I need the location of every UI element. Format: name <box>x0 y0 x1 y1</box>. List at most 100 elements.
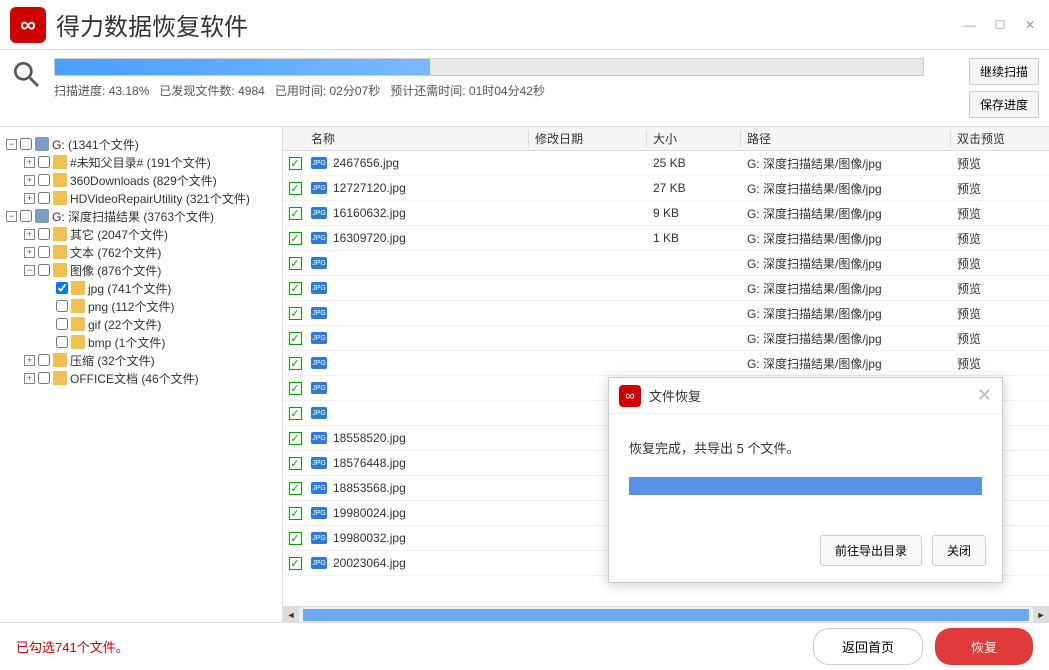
file-preview-link[interactable]: 预览 <box>951 180 1049 197</box>
dialog-close-icon[interactable]: ✕ <box>977 385 992 406</box>
row-checkbox[interactable]: ✓ <box>289 382 302 395</box>
file-row[interactable]: ✓JPGG: 深度扫描结果/图像/jpg预览 <box>283 276 1049 301</box>
goto-export-button[interactable]: 前往导出目录 <box>820 535 922 566</box>
row-checkbox[interactable]: ✓ <box>289 182 302 195</box>
tree-checkbox[interactable] <box>38 174 50 186</box>
tree-checkbox[interactable] <box>56 318 68 330</box>
expand-icon[interactable]: + <box>24 247 35 258</box>
file-preview-link[interactable]: 预览 <box>951 155 1049 172</box>
row-checkbox[interactable]: ✓ <box>289 532 302 545</box>
column-preview[interactable]: 双击预览 <box>951 130 1049 147</box>
row-checkbox[interactable]: ✓ <box>289 557 302 570</box>
expand-icon[interactable]: + <box>24 175 35 186</box>
collapse-icon[interactable]: − <box>6 139 17 150</box>
scrollbar-thumb[interactable] <box>303 609 1029 621</box>
tree-node-png[interactable]: png (112个文件) <box>6 297 276 315</box>
row-checkbox[interactable]: ✓ <box>289 432 302 445</box>
row-checkbox[interactable]: ✓ <box>289 282 302 295</box>
tree-node-image[interactable]: − 图像 (876个文件) <box>6 261 276 279</box>
tree-checkbox[interactable] <box>38 264 50 276</box>
expand-icon[interactable]: + <box>24 355 35 366</box>
file-name: 18558520.jpg <box>333 431 406 445</box>
file-size: 25 KB <box>647 156 741 170</box>
column-size[interactable]: 大小 <box>647 130 741 147</box>
row-checkbox[interactable]: ✓ <box>289 457 302 470</box>
file-preview-link[interactable]: 预览 <box>951 330 1049 347</box>
expand-icon[interactable]: + <box>24 229 35 240</box>
tree-checkbox[interactable] <box>20 210 32 222</box>
collapse-icon[interactable]: − <box>24 265 35 276</box>
row-checkbox[interactable]: ✓ <box>289 307 302 320</box>
tree-node-deep-scan[interactable]: − G: 深度扫描结果 (3763个文件) <box>6 207 276 225</box>
row-checkbox[interactable]: ✓ <box>289 232 302 245</box>
file-row[interactable]: ✓JPGG: 深度扫描结果/图像/jpg预览 <box>283 251 1049 276</box>
file-row[interactable]: ✓JPG16160632.jpg9 KBG: 深度扫描结果/图像/jpg预览 <box>283 201 1049 226</box>
expand-icon[interactable]: + <box>24 193 35 204</box>
tree-node-gif[interactable]: gif (22个文件) <box>6 315 276 333</box>
app-logo-icon: ∞ <box>10 7 46 43</box>
file-row[interactable]: ✓JPGG: 深度扫描结果/图像/jpg预览 <box>283 301 1049 326</box>
tree-node-jpg[interactable]: jpg (741个文件) <box>6 279 276 297</box>
file-preview-link[interactable]: 预览 <box>951 355 1049 372</box>
tree-node-office[interactable]: + OFFICE文档 (46个文件) <box>6 369 276 387</box>
file-path: G: 深度扫描结果/图像/jpg <box>741 280 951 297</box>
row-checkbox[interactable]: ✓ <box>289 257 302 270</box>
row-checkbox[interactable]: ✓ <box>289 157 302 170</box>
row-checkbox[interactable]: ✓ <box>289 357 302 370</box>
tree-checkbox[interactable] <box>38 156 50 168</box>
tree-checkbox[interactable] <box>38 228 50 240</box>
horizontal-scrollbar[interactable]: ◄ ► <box>283 606 1049 622</box>
save-progress-button[interactable]: 保存进度 <box>969 91 1039 118</box>
tree-checkbox[interactable] <box>20 138 32 150</box>
tree-node-bmp[interactable]: bmp (1个文件) <box>6 333 276 351</box>
tree-node-text[interactable]: + 文本 (762个文件) <box>6 243 276 261</box>
file-preview-link[interactable]: 预览 <box>951 255 1049 272</box>
file-preview-link[interactable]: 预览 <box>951 230 1049 247</box>
column-name[interactable]: 名称 <box>307 130 529 147</box>
recover-button[interactable]: 恢复 <box>935 628 1033 665</box>
file-row[interactable]: ✓JPG2467656.jpg25 KBG: 深度扫描结果/图像/jpg预览 <box>283 151 1049 176</box>
row-checkbox[interactable]: ✓ <box>289 407 302 420</box>
file-row[interactable]: ✓JPGG: 深度扫描结果/图像/jpg预览 <box>283 326 1049 351</box>
row-checkbox[interactable]: ✓ <box>289 482 302 495</box>
tree-checkbox[interactable] <box>56 282 68 294</box>
back-home-button[interactable]: 返回首页 <box>813 628 923 665</box>
tree-node-downloads[interactable]: + 360Downloads (829个文件) <box>6 171 276 189</box>
tree-checkbox[interactable] <box>38 372 50 384</box>
file-path: G: 深度扫描结果/图像/jpg <box>741 230 951 247</box>
row-checkbox[interactable]: ✓ <box>289 207 302 220</box>
scroll-left-icon[interactable]: ◄ <box>283 607 299 623</box>
continue-scan-button[interactable]: 继续扫描 <box>969 58 1039 85</box>
tree-node-g-drive[interactable]: − G: (1341个文件) <box>6 135 276 153</box>
app-title: 得力数据恢复软件 <box>56 7 248 42</box>
tree-node-compress[interactable]: + 压缩 (32个文件) <box>6 351 276 369</box>
row-checkbox[interactable]: ✓ <box>289 332 302 345</box>
dialog-close-button[interactable]: 关闭 <box>932 535 986 566</box>
tree-node-unknown[interactable]: + #未知父目录# (191个文件) <box>6 153 276 171</box>
tree-checkbox[interactable] <box>56 336 68 348</box>
scroll-right-icon[interactable]: ► <box>1033 607 1049 623</box>
file-path: G: 深度扫描结果/图像/jpg <box>741 330 951 347</box>
column-path[interactable]: 路径 <box>741 130 951 147</box>
row-checkbox[interactable]: ✓ <box>289 507 302 520</box>
minimize-button[interactable]: — <box>961 16 979 34</box>
column-date[interactable]: 修改日期 <box>529 130 647 147</box>
file-preview-link[interactable]: 预览 <box>951 305 1049 322</box>
close-button[interactable]: ✕ <box>1021 16 1039 34</box>
tree-checkbox[interactable] <box>38 354 50 366</box>
file-row[interactable]: ✓JPGG: 深度扫描结果/图像/jpg预览 <box>283 351 1049 376</box>
tree-checkbox[interactable] <box>38 192 50 204</box>
file-row[interactable]: ✓JPG12727120.jpg27 KBG: 深度扫描结果/图像/jpg预览 <box>283 176 1049 201</box>
expand-icon[interactable]: + <box>24 157 35 168</box>
tree-node-hdvideo[interactable]: + HDVideoRepairUtility (321个文件) <box>6 189 276 207</box>
file-preview-link[interactable]: 预览 <box>951 205 1049 222</box>
maximize-button[interactable]: ☐ <box>991 16 1009 34</box>
file-row[interactable]: ✓JPG16309720.jpg1 KBG: 深度扫描结果/图像/jpg预览 <box>283 226 1049 251</box>
tree-checkbox[interactable] <box>56 300 68 312</box>
tree-node-other[interactable]: + 其它 (2047个文件) <box>6 225 276 243</box>
tree-panel[interactable]: − G: (1341个文件) + #未知父目录# (191个文件) + 360D… <box>0 127 283 622</box>
file-preview-link[interactable]: 预览 <box>951 280 1049 297</box>
collapse-icon[interactable]: − <box>6 211 17 222</box>
tree-checkbox[interactable] <box>38 246 50 258</box>
expand-icon[interactable]: + <box>24 373 35 384</box>
